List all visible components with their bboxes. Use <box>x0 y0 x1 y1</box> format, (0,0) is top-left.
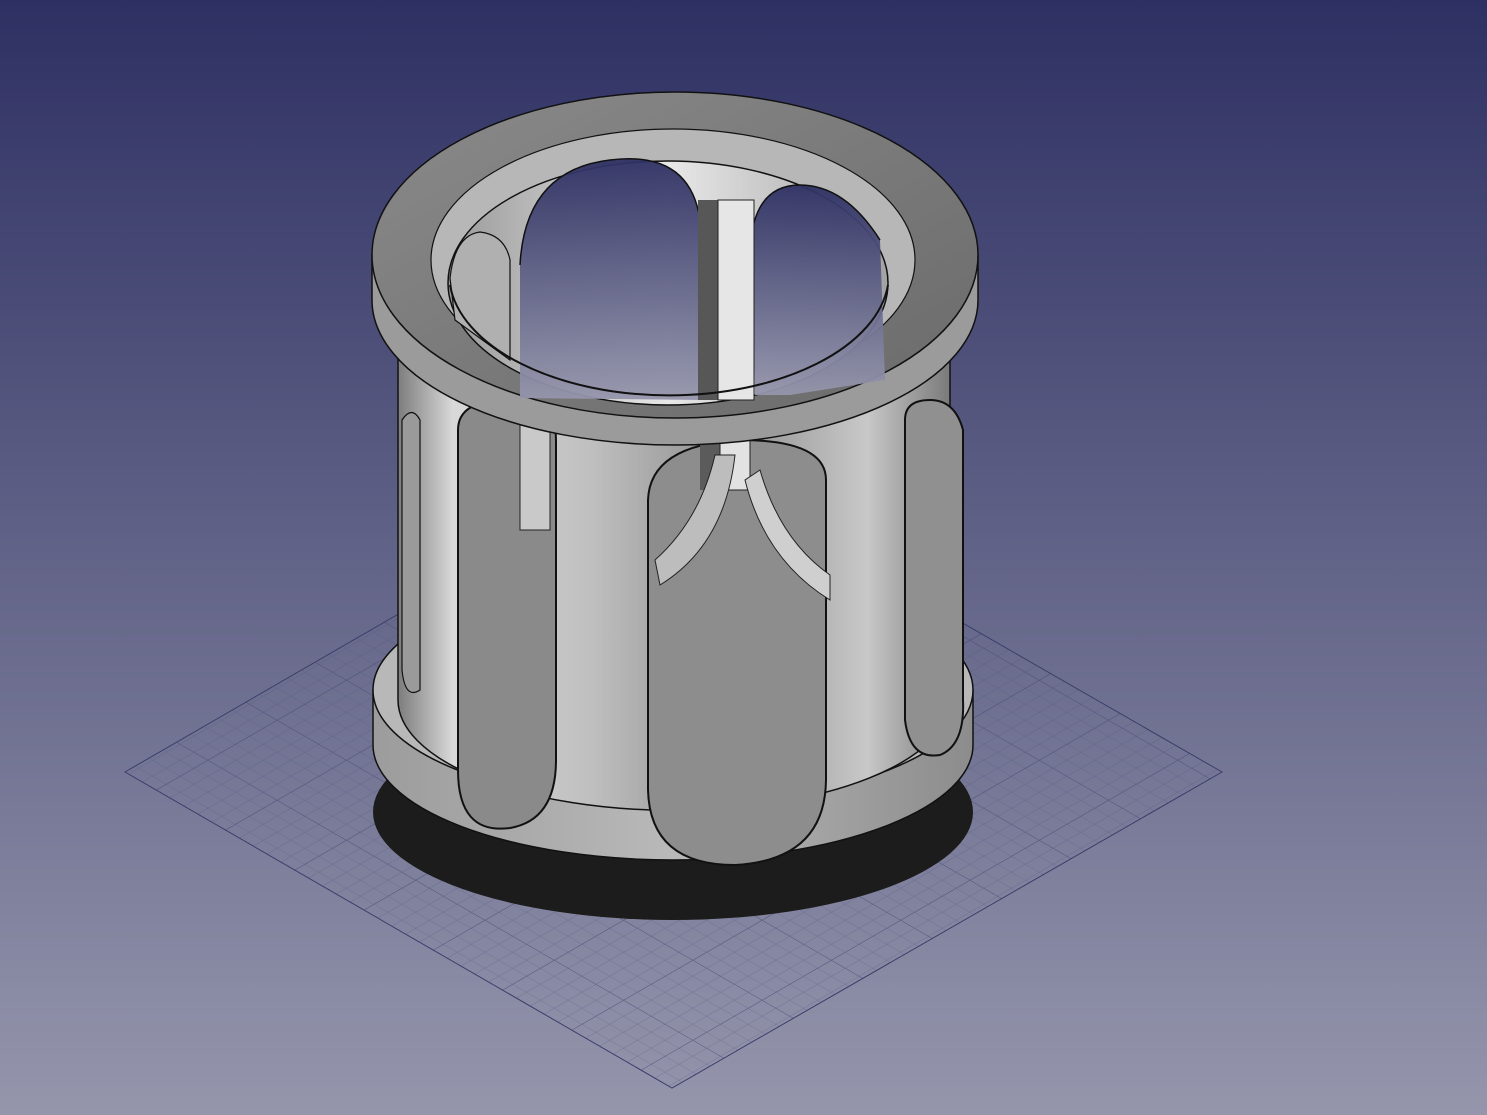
cage-model[interactable] <box>371 91 979 920</box>
window-slot-right <box>904 398 965 757</box>
window-slot-center <box>647 438 827 867</box>
window-slot-far-left <box>401 411 421 694</box>
3d-viewport[interactable] <box>0 0 1487 1115</box>
3d-scene[interactable] <box>0 0 1487 1115</box>
